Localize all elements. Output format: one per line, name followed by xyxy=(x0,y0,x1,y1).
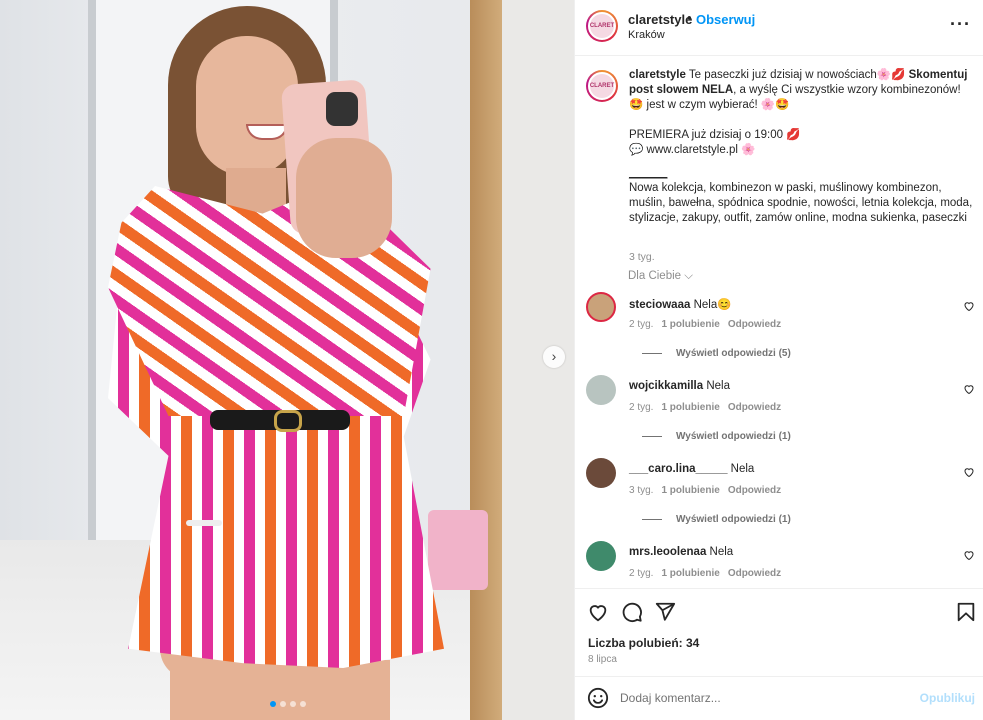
reply-button[interactable]: Odpowiedz xyxy=(728,485,781,496)
emoji-icon[interactable] xyxy=(587,687,609,709)
post-photo[interactable]: › xyxy=(0,0,574,720)
comment-user[interactable]: ___caro.lina_____ Nela xyxy=(629,463,754,475)
chevron-right-icon: › xyxy=(551,348,557,364)
heart-icon[interactable] xyxy=(963,466,975,478)
post-actions: Liczba polubień: 34 8 lipca xyxy=(575,588,983,676)
carousel-dot xyxy=(270,701,276,707)
avatar[interactable]: CLARET xyxy=(586,10,618,42)
comment-meta: 2 tyg. 1 polubienie Odpowiedz xyxy=(629,568,781,579)
avatar[interactable]: CLARET xyxy=(586,70,618,102)
location[interactable]: Kraków xyxy=(628,29,665,41)
belt-buckle xyxy=(274,410,302,432)
reply-button[interactable]: Odpowiedz xyxy=(728,568,781,579)
avatar[interactable] xyxy=(586,541,616,571)
avatar-logo-text: CLARET xyxy=(588,72,616,100)
share-icon[interactable] xyxy=(654,601,676,623)
comment-item: ___caro.lina_____ Nela 3 tyg. 1 polubien… xyxy=(586,458,983,538)
comment-item: mrs.leoolenaa Nela 2 tyg. 1 polubienie O… xyxy=(586,541,983,588)
comment-text: Nela xyxy=(730,463,755,475)
more-icon[interactable]: ··· xyxy=(950,14,971,35)
for-you-filter[interactable]: Dla Ciebie ⌵ xyxy=(628,270,693,283)
heart-icon[interactable] xyxy=(963,300,975,312)
caption-divider: ______ xyxy=(629,167,668,179)
caption-premiere: PREMIERA już dzisiaj o 19:00 💋 xyxy=(629,129,801,141)
carousel-dot xyxy=(290,701,296,707)
carousel-next-button[interactable]: › xyxy=(543,346,565,368)
view-replies-button[interactable]: Wyświetl odpowiedzi (1) xyxy=(642,431,791,442)
phone-camera xyxy=(326,92,358,126)
carousel-dot xyxy=(280,701,286,707)
bookmark-icon[interactable] xyxy=(955,601,977,623)
comment-user[interactable]: wojcikkamilla Nela xyxy=(629,380,730,392)
legs xyxy=(170,660,390,720)
caption-time[interactable]: 3 tyg. xyxy=(629,251,655,263)
caption-username[interactable]: claretstyle xyxy=(629,69,686,81)
caption-part1: Te paseczki już dzisiaj w nowościach🌸💋 xyxy=(685,69,909,81)
comment-time[interactable]: 2 tyg. xyxy=(629,319,653,330)
comment-meta: 2 tyg. 1 polubienie Odpowiedz xyxy=(629,402,781,413)
heart-icon[interactable] xyxy=(963,549,975,561)
comment-likes[interactable]: 1 polubienie xyxy=(661,568,719,579)
bracelet xyxy=(186,520,222,526)
hand xyxy=(296,138,392,258)
comment-item: wojcikkamilla Nela 2 tyg. 1 polubienie O… xyxy=(586,375,983,455)
comment-user[interactable]: steciowaaa Nela😊 xyxy=(629,297,732,311)
comment-text: Nela😊 xyxy=(693,299,732,311)
avatar[interactable] xyxy=(586,292,616,322)
post-side-panel: CLARET claretstyle • Obserwuj Kraków ···… xyxy=(574,0,983,720)
comment-icon[interactable] xyxy=(621,601,643,623)
comment-meta: 3 tyg. 1 polubienie Odpowiedz xyxy=(629,485,781,496)
comment-user[interactable]: mrs.leoolenaa Nela xyxy=(629,546,733,558)
heart-icon[interactable] xyxy=(963,383,975,395)
separator-dot: • xyxy=(687,10,692,25)
avatar-logo-text: CLARET xyxy=(588,12,616,40)
heart-icon[interactable] xyxy=(587,601,609,623)
avatar[interactable] xyxy=(586,458,616,488)
caption-tags: Nowa kolekcja, kombinezon w paski, muśli… xyxy=(629,182,973,224)
post-header: CLARET claretstyle • Obserwuj Kraków ··· xyxy=(575,0,983,56)
username[interactable]: claretstyle xyxy=(628,12,692,27)
striped-dress-top xyxy=(108,186,431,416)
view-replies-button[interactable]: Wyświetl odpowiedzi (5) xyxy=(642,348,791,359)
carousel-dot xyxy=(300,701,306,707)
avatar[interactable] xyxy=(586,375,616,405)
comment-time[interactable]: 3 tyg. xyxy=(629,485,653,496)
caption-text: claretstyle Te paseczki już dzisiaj w no… xyxy=(629,68,974,226)
comment-likes[interactable]: 1 polubienie xyxy=(661,402,719,413)
comment-time[interactable]: 2 tyg. xyxy=(629,402,653,413)
view-replies-button[interactable]: Wyświetl odpowiedzi (1) xyxy=(642,514,791,525)
post-date: 8 lipca xyxy=(588,654,617,665)
carousel-indicator xyxy=(270,701,306,707)
comments-section[interactable]: CLARET claretstyle Te paseczki już dzisi… xyxy=(575,56,983,588)
comment-likes[interactable]: 1 polubienie xyxy=(661,319,719,330)
follow-button[interactable]: Obserwuj xyxy=(696,12,755,27)
reply-button[interactable]: Odpowiedz xyxy=(728,319,781,330)
comment-meta: 2 tyg. 1 polubienie Odpowiedz xyxy=(629,319,781,330)
comment-likes[interactable]: 1 polubienie xyxy=(661,485,719,496)
comment-item: steciowaaa Nela😊 2 tyg. 1 polubienie Odp… xyxy=(586,292,983,372)
pink-bag xyxy=(428,510,488,590)
comment-text: Nela xyxy=(706,380,731,392)
comment-time[interactable]: 2 tyg. xyxy=(629,568,653,579)
reply-button[interactable]: Odpowiedz xyxy=(728,402,781,413)
publish-button[interactable]: Opublikuj xyxy=(920,691,975,705)
comment-input[interactable] xyxy=(620,685,910,711)
caption-site: 💬 www.claretstyle.pl 🌸 xyxy=(629,144,756,156)
comment-text: Nela xyxy=(709,546,734,558)
likes-count[interactable]: Liczba polubień: 34 xyxy=(588,636,699,650)
add-comment-bar: Opublikuj xyxy=(575,676,983,720)
